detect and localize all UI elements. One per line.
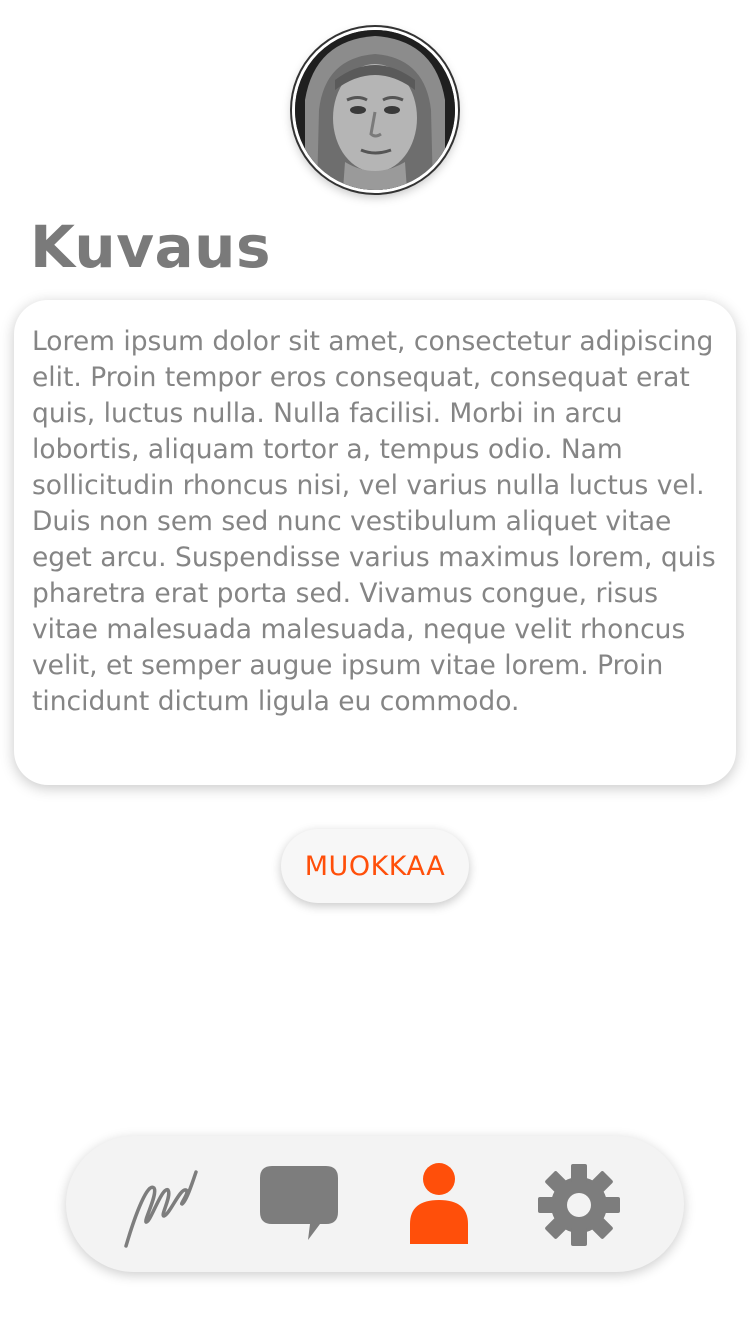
tab-messages[interactable] bbox=[254, 1160, 344, 1250]
profile-avatar[interactable] bbox=[292, 27, 458, 193]
tab-settings[interactable] bbox=[534, 1160, 624, 1250]
gear-icon bbox=[538, 1164, 620, 1246]
user-portrait-photo bbox=[295, 30, 455, 190]
signature-icon bbox=[124, 1170, 198, 1248]
description-text: Lorem ipsum dolor sit amet, consectetur … bbox=[32, 326, 716, 717]
description-card: Lorem ipsum dolor sit amet, consectetur … bbox=[14, 300, 736, 785]
edit-button[interactable]: MUOKKAA bbox=[281, 829, 469, 903]
chat-bubble-icon bbox=[260, 1166, 338, 1240]
section-title: Kuvaus bbox=[30, 213, 271, 281]
tab-profile[interactable] bbox=[394, 1160, 484, 1250]
tab-feed[interactable] bbox=[114, 1160, 204, 1250]
bottom-tab-bar bbox=[66, 1136, 684, 1272]
person-icon bbox=[410, 1163, 468, 1244]
